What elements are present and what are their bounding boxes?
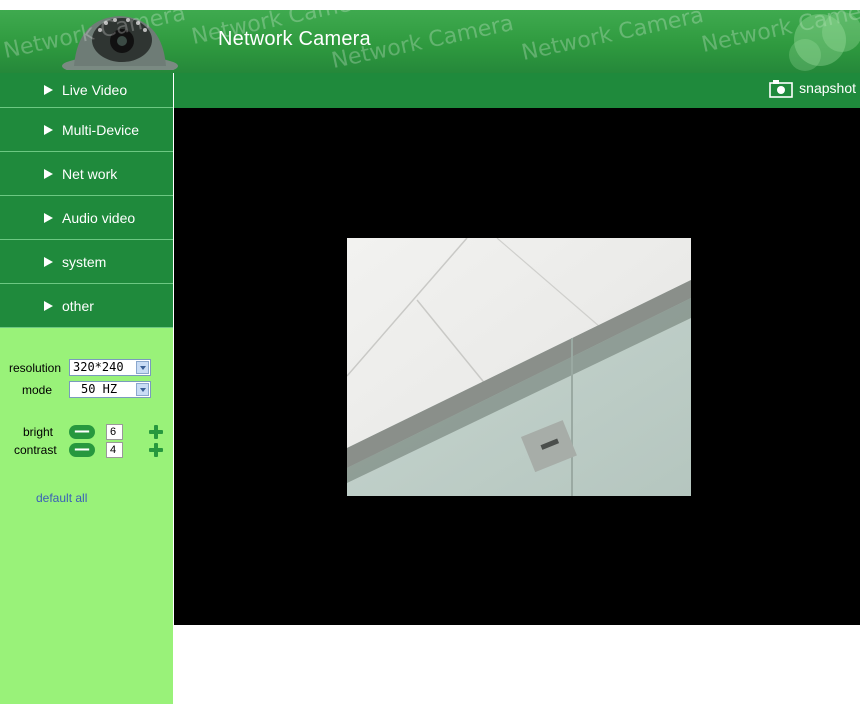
mode-select[interactable]: 50 HZ (69, 381, 151, 398)
sidebar-item-multi-device[interactable]: Multi-Device (0, 108, 173, 152)
sidebar-item-label: Net work (62, 165, 118, 182)
minus-icon: — (74, 439, 90, 458)
bright-label: bright (23, 425, 54, 439)
contrast-increase-button[interactable] (148, 442, 164, 458)
play-arrow-icon (44, 300, 53, 311)
app-title: Network Camera (218, 28, 371, 50)
dropdown-arrow-icon (136, 361, 149, 374)
resolution-label: resolution (9, 361, 62, 375)
contrast-label: contrast (14, 443, 57, 457)
header-banner: Network Camera Network Camera Network Ca… (0, 10, 860, 73)
resolution-select[interactable]: 320*240 (69, 359, 151, 376)
sidebar-item-label: Live Video (62, 82, 128, 98)
live-video-frame (347, 238, 691, 496)
bright-value: 6 (106, 424, 123, 440)
sidebar-item-live-video[interactable]: Live Video (0, 73, 173, 108)
video-viewport (174, 108, 860, 625)
contrast-decrease-button[interactable]: — (69, 439, 95, 458)
minus-icon: — (74, 421, 90, 440)
sidebar-item-audio-video[interactable]: Audio video (0, 196, 173, 240)
bright-decrease-button[interactable]: — (69, 421, 95, 440)
dropdown-arrow-icon (136, 383, 149, 396)
toolbar: snapshot (174, 73, 860, 108)
play-arrow-icon (44, 212, 53, 223)
sidebar-item-label: Multi-Device (62, 121, 140, 138)
mode-value: 50 HZ (81, 382, 118, 396)
play-arrow-icon (44, 85, 53, 95)
contrast-value: 4 (106, 442, 123, 458)
resolution-value: 320*240 (73, 360, 124, 374)
play-arrow-icon (44, 168, 53, 179)
sidebar-item-label: system (62, 253, 107, 270)
sidebar-item-network[interactable]: Net work (0, 152, 173, 196)
sidebar-item-label: Audio video (62, 209, 136, 226)
watermark-text: Network Camera (519, 10, 706, 66)
sidebar-item-system[interactable]: system (0, 240, 173, 284)
default-all-link[interactable]: default all (36, 491, 87, 505)
play-arrow-icon (44, 256, 53, 267)
sidebar: Live Video Multi-Device Net work Audio v… (0, 73, 173, 704)
sidebar-item-label: other (62, 297, 94, 314)
snapshot-label: snapshot (799, 80, 856, 96)
mode-label: mode (22, 383, 53, 397)
tree-decoration-icon (789, 12, 860, 71)
bright-increase-button[interactable] (148, 424, 164, 440)
snapshot-button[interactable]: snapshot (769, 80, 856, 98)
snapshot-camera-icon (769, 80, 793, 98)
play-arrow-icon (44, 124, 53, 135)
sidebar-item-other[interactable]: other (0, 284, 173, 328)
